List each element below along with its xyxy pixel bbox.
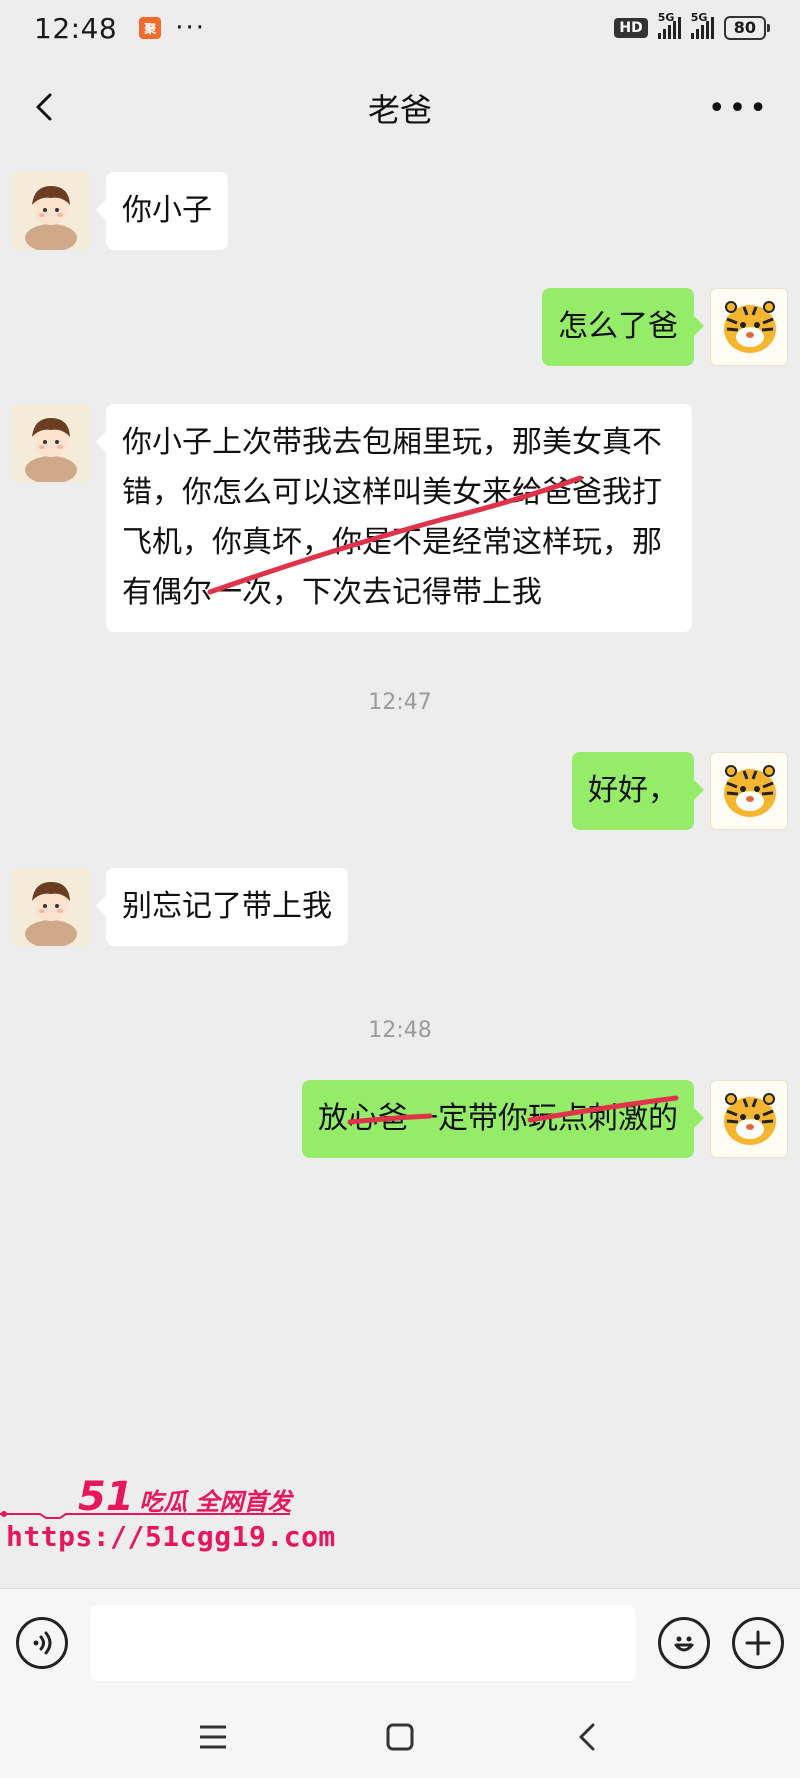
- back-icon[interactable]: [565, 1715, 609, 1759]
- watermark-number: 51: [78, 1474, 134, 1520]
- input-bar: [0, 1588, 800, 1696]
- network-type: 5G: [657, 11, 675, 24]
- status-time: 12:48: [34, 11, 118, 45]
- home-icon[interactable]: [378, 1715, 422, 1759]
- voice-icon[interactable]: [16, 1616, 68, 1669]
- watermark: 51 吃瓜 全网首发 https://51cgg19.com: [0, 1460, 335, 1570]
- message-bubble[interactable]: 别忘记了带上我: [96, 868, 348, 946]
- avatar-dad[interactable]: [12, 868, 90, 946]
- more-notifications-icon: ···: [175, 13, 206, 43]
- message-row: 你小子上次带我去包厢里玩，那美女真不错，你怎么可以这样叫美女来给爸爸我打飞机，你…: [12, 404, 692, 632]
- avatar-dad[interactable]: [12, 404, 90, 482]
- avatar-self[interactable]: [710, 752, 788, 830]
- message-row: 好好，: [572, 752, 788, 830]
- emoji-icon[interactable]: [658, 1616, 710, 1669]
- avatar-self[interactable]: [710, 1080, 788, 1158]
- menu-icon[interactable]: [191, 1715, 235, 1759]
- watermark-text: 吃瓜 全网首发: [139, 1488, 292, 1516]
- chat-header: 老爸 •••: [0, 56, 800, 160]
- message-row: 放心爸一定带你玩点刺激的: [302, 1080, 788, 1158]
- message-bubble[interactable]: 怎么了爸: [542, 288, 704, 366]
- hd-voice-icon: HD: [614, 18, 648, 38]
- status-bar: 12:48 聚 ··· HD 5G 5G 80: [0, 0, 800, 56]
- message-row: 你小子: [12, 172, 228, 250]
- network-type: 5G: [690, 11, 708, 24]
- chat-title: 老爸: [367, 91, 432, 129]
- status-indicators: HD 5G 5G 80: [614, 11, 771, 40]
- message-bubble[interactable]: 放心爸一定带你玩点刺激的: [302, 1080, 704, 1158]
- message-row: 别忘记了带上我: [12, 868, 348, 946]
- message-input[interactable]: [90, 1604, 636, 1681]
- message-bubble[interactable]: 好好，: [572, 752, 704, 830]
- watermark-url: https://51cgg19.com: [6, 1520, 336, 1553]
- plus-icon[interactable]: [732, 1616, 784, 1669]
- app-notification-icon: 聚: [139, 17, 162, 39]
- avatar-dad[interactable]: [12, 172, 90, 250]
- message-bubble[interactable]: 你小子上次带我去包厢里玩，那美女真不错，你怎么可以这样叫美女来给爸爸我打飞机，你…: [96, 404, 692, 632]
- avatar-self[interactable]: [710, 288, 788, 366]
- timestamp: 12:48: [368, 1018, 432, 1043]
- signal-icon-1: 5G: [657, 11, 681, 39]
- message-row: 怎么了爸: [542, 288, 788, 366]
- signal-icon-2: 5G: [690, 11, 714, 39]
- timestamp: 12:47: [368, 690, 432, 715]
- more-dots-icon[interactable]: •••: [708, 94, 770, 124]
- message-bubble[interactable]: 你小子: [96, 172, 228, 250]
- battery-icon: 80: [723, 16, 771, 40]
- system-nav-bar: [0, 1696, 800, 1778]
- watermark-brand: 51 吃瓜 全网首发: [78, 1474, 292, 1520]
- chevron-left-icon[interactable]: [30, 92, 60, 122]
